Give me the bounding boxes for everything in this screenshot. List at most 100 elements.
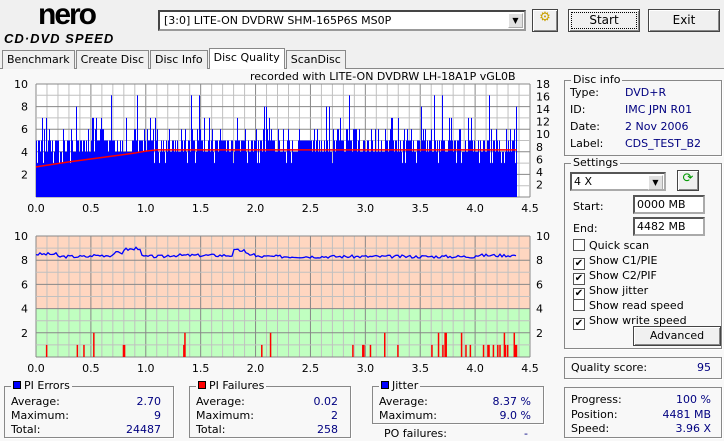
pi-error-bar bbox=[37, 163, 38, 197]
jitter-color-swatch bbox=[381, 381, 389, 389]
pi-error-bar bbox=[336, 140, 337, 197]
pi-error-bar bbox=[381, 140, 382, 197]
y2-tick-label: 6 bbox=[536, 153, 543, 166]
pi-error-bar bbox=[439, 140, 440, 197]
pi-error-bar bbox=[504, 163, 505, 197]
pi-error-bar bbox=[405, 163, 406, 197]
x-tick-label: 0.0 bbox=[27, 202, 45, 215]
tab-scandisc[interactable]: ScanDisc bbox=[285, 50, 346, 69]
pi-error-bar bbox=[478, 140, 479, 197]
pi-error-bar bbox=[235, 140, 236, 197]
pi-error-bar bbox=[133, 140, 134, 197]
tab-disc-info[interactable]: Disc Info bbox=[150, 50, 208, 69]
pi-error-bar bbox=[419, 140, 420, 197]
pi-error-bar bbox=[78, 140, 79, 197]
id-value: IMC JPN R01 bbox=[625, 103, 693, 116]
pi-error-bar bbox=[192, 129, 193, 197]
start-button[interactable]: Start bbox=[568, 9, 640, 32]
pi-error-bar bbox=[379, 151, 380, 197]
pi-error-bar bbox=[212, 129, 213, 197]
checkbox-box[interactable] bbox=[573, 299, 585, 311]
pif-bar bbox=[431, 344, 433, 357]
drive-select[interactable]: [3:0] LITE-ON DVDRW SHM-165P6S MS0P ▼ bbox=[158, 10, 526, 31]
tab-create-disc[interactable]: Create Disc bbox=[75, 50, 150, 69]
pi-error-bar bbox=[308, 140, 309, 197]
start-input[interactable]: 0000 MB bbox=[633, 195, 705, 214]
pi-error-bar bbox=[443, 140, 444, 197]
pi-error-bar bbox=[470, 140, 471, 197]
x-tick-label: 3.0 bbox=[357, 362, 375, 375]
checkbox-quick-scan[interactable]: Quick scan bbox=[573, 239, 649, 252]
pi-error-bar bbox=[503, 151, 504, 197]
pi-error-bar bbox=[100, 129, 101, 197]
checkbox-show-c2-pif[interactable]: ✔ Show C2/PIF bbox=[573, 269, 657, 285]
advanced-button[interactable]: Advanced bbox=[633, 326, 721, 346]
x-tick-label: 1.5 bbox=[192, 362, 210, 375]
pi-error-bar bbox=[191, 95, 192, 197]
pi-error-bar bbox=[102, 129, 103, 197]
checkbox-show-jitter[interactable]: ✔ Show jitter bbox=[573, 284, 648, 300]
pif-bar bbox=[469, 344, 472, 357]
pi-error-bar bbox=[279, 140, 280, 197]
pi-error-bar bbox=[432, 151, 433, 197]
pi-error-bar bbox=[251, 140, 252, 197]
checkbox-show-read-speed[interactable]: Show read speed bbox=[573, 299, 684, 312]
pi-error-bar bbox=[316, 140, 317, 197]
pi-error-bar bbox=[481, 151, 482, 197]
pi-error-bar bbox=[214, 163, 215, 197]
pi-error-bar bbox=[393, 140, 394, 197]
pi-error-bar bbox=[403, 140, 404, 197]
pi-error-bar bbox=[391, 117, 392, 197]
tab-benchmark[interactable]: Benchmark bbox=[2, 50, 75, 69]
pie-total-value: 24487 bbox=[126, 423, 161, 436]
checkbox-box[interactable]: ✔ bbox=[573, 318, 585, 330]
pi-error-bar bbox=[110, 140, 111, 197]
pi-error-bar bbox=[69, 140, 70, 197]
pi-error-bar bbox=[199, 95, 200, 197]
pi-error-bar bbox=[460, 129, 461, 197]
pi-error-bar bbox=[317, 129, 318, 197]
pi-error-bar bbox=[160, 151, 161, 197]
pi-error-bar bbox=[508, 140, 509, 197]
date-value: 2 Nov 2006 bbox=[625, 120, 689, 133]
refresh-icon[interactable]: ⟳ bbox=[677, 170, 699, 191]
speed-select[interactable]: 4 X ▼ bbox=[570, 172, 666, 191]
exit-button[interactable]: Exit bbox=[648, 9, 720, 32]
pi-error-bar bbox=[239, 140, 240, 197]
end-input[interactable]: 4482 MB bbox=[633, 217, 705, 236]
pif-total-value: 258 bbox=[317, 423, 338, 436]
pi-error-bar bbox=[98, 140, 99, 197]
pi-error-bar bbox=[319, 140, 320, 197]
cd-dvd-speed-logo: CD·DVD SPEED bbox=[4, 31, 115, 46]
chevron-down-icon[interactable]: ▼ bbox=[508, 13, 523, 28]
pi-error-bar bbox=[438, 163, 439, 197]
pi-error-bar bbox=[287, 140, 288, 197]
pi-error-bar bbox=[290, 151, 291, 197]
pi-error-bar bbox=[295, 151, 296, 197]
pi-error-bar bbox=[281, 151, 282, 197]
pi-error-bar bbox=[421, 106, 422, 197]
pi-error-bar bbox=[275, 151, 276, 197]
x-tick-label: 3.0 bbox=[357, 202, 375, 215]
pi-error-bar bbox=[190, 151, 191, 197]
pi-error-bar bbox=[461, 163, 462, 197]
pi-error-bar bbox=[414, 151, 415, 197]
checkbox-show-c1-pie[interactable]: ✔ Show C1/PIE bbox=[573, 254, 657, 270]
pi-error-bar bbox=[51, 151, 52, 197]
pi-error-bar bbox=[510, 129, 511, 197]
tab-disc-quality[interactable]: Disc Quality bbox=[208, 48, 285, 69]
pi-error-bar bbox=[479, 163, 480, 197]
pi-error-bar bbox=[462, 151, 463, 197]
x-tick-label: 1.0 bbox=[137, 362, 155, 375]
pi-error-bar bbox=[61, 151, 62, 197]
pi-error-bar bbox=[66, 151, 67, 197]
y2-tick-label: 4 bbox=[536, 166, 543, 179]
pi-error-bar bbox=[56, 140, 57, 197]
pi-error-bar bbox=[369, 151, 370, 197]
eject-drive-icon[interactable]: ⚙ bbox=[532, 9, 558, 32]
chevron-down-icon[interactable]: ▼ bbox=[648, 175, 663, 190]
pi-error-bar bbox=[433, 151, 434, 197]
pi-error-bar bbox=[259, 163, 260, 197]
checkbox-box[interactable] bbox=[573, 239, 585, 251]
pi-error-bar bbox=[323, 151, 324, 197]
